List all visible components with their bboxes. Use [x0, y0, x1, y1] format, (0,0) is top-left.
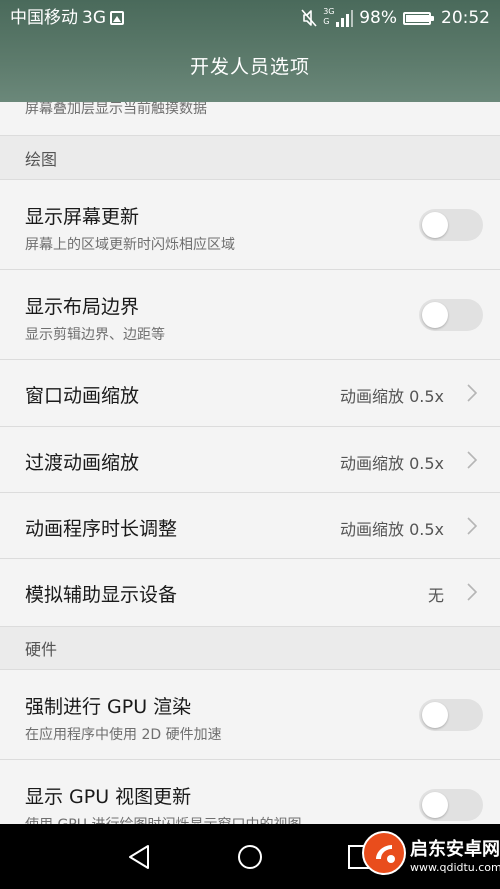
- item-subtitle: 屏幕上的区域更新时闪烁相应区域: [25, 237, 235, 253]
- list-item-simulate-secondary-display[interactable]: 模拟辅助显示设备 无: [0, 559, 500, 626]
- section-header-hardware: 硬件: [0, 626, 500, 670]
- toggle-knob: [422, 702, 448, 728]
- list-item-force-gpu-rendering[interactable]: 强制进行 GPU 渲染 在应用程序中使用 2D 硬件加速: [0, 670, 500, 760]
- item-title: 过渡动画缩放: [25, 452, 140, 474]
- carrier-label: 中国移动: [10, 8, 78, 28]
- item-value: 动画缩放 0.5x: [339, 454, 444, 473]
- section-title: 硬件: [25, 640, 58, 659]
- watermark-name: 启东安卓网: [410, 839, 500, 860]
- chevron-right-icon: [467, 517, 478, 535]
- network-type: 3G: [82, 8, 106, 28]
- list-item-animator-duration-scale[interactable]: 动画程序时长调整 动画缩放 0.5x: [0, 493, 500, 559]
- watermark-url: www.qdidtu.com: [410, 861, 500, 874]
- section-header-drawing: 绘图: [0, 136, 500, 180]
- watermark-logo-icon: [362, 831, 406, 875]
- toggle-switch[interactable]: [419, 299, 483, 331]
- battery-percent: 98%: [359, 8, 397, 28]
- section-title: 绘图: [25, 149, 58, 169]
- chevron-right-icon: [467, 451, 478, 469]
- home-icon[interactable]: [234, 841, 266, 873]
- item-subtitle: 显示剪辑边界、边距等: [25, 327, 165, 343]
- chevron-right-icon: [467, 583, 478, 601]
- item-subtitle: 在应用程序中使用 2D 硬件加速: [25, 727, 222, 743]
- status-bar: 中国移动 3G 3G G 98% 20:52: [0, 0, 500, 36]
- status-left: 中国移动 3G: [10, 6, 124, 30]
- header: 中国移动 3G 3G G 98% 20:52 开发人员选项: [0, 0, 500, 102]
- status-right: 3G G 98% 20:52: [295, 6, 490, 30]
- toggle-knob: [422, 302, 448, 328]
- item-subtitle: 使用 GPU 进行绘图时闪烁显示窗口中的视图: [25, 814, 301, 824]
- item-title: 显示屏幕更新: [25, 206, 140, 228]
- list-item-show-gpu-view-updates[interactable]: 显示 GPU 视图更新 使用 GPU 进行绘图时闪烁显示窗口中的视图: [0, 760, 500, 824]
- item-title: 窗口动画缩放: [25, 385, 140, 407]
- item-title: 模拟辅助显示设备: [25, 584, 178, 606]
- battery-icon: [403, 11, 434, 25]
- watermark: 启东安卓网 www.qdidtu.com: [362, 825, 500, 887]
- image-notification-icon: [110, 11, 124, 25]
- item-value: 动画缩放 0.5x: [339, 520, 444, 539]
- list-item-show-layout-bounds[interactable]: 显示布局边界 显示剪辑边界、边距等: [0, 270, 500, 360]
- clock: 20:52: [441, 8, 490, 28]
- toggle-switch[interactable]: [419, 209, 483, 241]
- list-item-show-screen-updates[interactable]: 显示屏幕更新 屏幕上的区域更新时闪烁相应区域: [0, 180, 500, 270]
- item-title: 强制进行 GPU 渲染: [25, 696, 192, 718]
- mute-icon: [301, 9, 317, 27]
- back-icon[interactable]: [124, 841, 156, 873]
- toggle-knob: [422, 212, 448, 238]
- item-value: 动画缩放 0.5x: [339, 387, 444, 406]
- list-item-window-animation-scale[interactable]: 窗口动画缩放 动画缩放 0.5x: [0, 360, 500, 427]
- settings-list[interactable]: 屏幕叠加层显示当前触摸数据 绘图 显示屏幕更新 屏幕上的区域更新时闪烁相应区域 …: [0, 80, 500, 824]
- list-item-transition-animation-scale[interactable]: 过渡动画缩放 动画缩放 0.5x: [0, 427, 500, 493]
- toggle-switch[interactable]: [419, 789, 483, 821]
- item-title: 显示布局边界: [25, 296, 140, 318]
- item-title: 动画程序时长调整: [25, 518, 178, 540]
- chevron-right-icon: [467, 384, 478, 402]
- signal-icon: 3G G: [323, 8, 354, 28]
- item-title: 显示 GPU 视图更新: [25, 786, 192, 808]
- toggle-knob: [422, 792, 448, 818]
- page-title: 开发人员选项: [189, 56, 310, 78]
- toggle-switch[interactable]: [419, 699, 483, 731]
- item-value: 无: [427, 586, 444, 605]
